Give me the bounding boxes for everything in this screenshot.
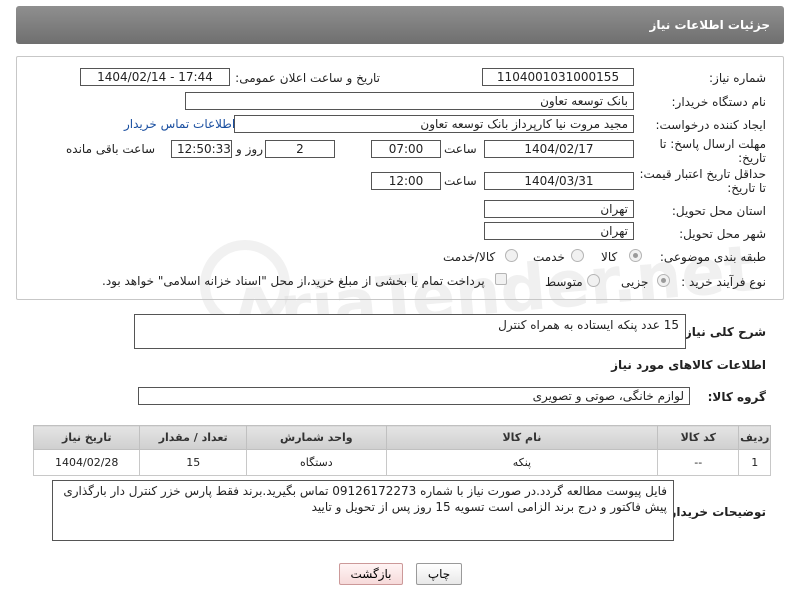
creator-label: ایجاد کننده درخواست: (655, 118, 766, 132)
table-row: 1 -- پنکه دستگاه 15 1404/02/28 (32, 449, 771, 476)
treasury-payment-checkbox[interactable] (495, 273, 507, 285)
province-label: استان محل تحویل: (671, 204, 766, 218)
description-field: 15 عدد پنکه ایستاده به همراه کنترل (134, 314, 686, 349)
deadline-time-label: ساعت (444, 142, 477, 156)
remaining-time-label: ساعت باقی مانده (66, 142, 156, 156)
process-type-label: نوع فرآیند خرید : (681, 275, 766, 289)
goods-section-title: اطلاعات کالاهای مورد نیاز (611, 358, 766, 372)
goods-group-field: لوازم خانگی، صوتی و تصویری (138, 387, 690, 405)
goods-table: ردیف کد کالا نام کالا واحد شمارش تعداد /… (32, 425, 771, 476)
buyer-notes-label: توضیحات خریدار: (664, 505, 766, 519)
category-option-service: خدمت (533, 250, 565, 264)
price-validity-date-field: 1404/03/31 (484, 172, 634, 190)
buyer-contact-link[interactable]: اطلاعات تماس خریدار (124, 117, 235, 131)
category-label: طبقه بندی موضوعی: (659, 250, 766, 264)
deadline-label-line2: تاریخ: (738, 151, 766, 165)
buyer-org-field: بانک توسعه تعاون (185, 92, 634, 110)
back-button[interactable]: بازگشت (339, 563, 403, 585)
col-unit: واحد شمارش (245, 425, 387, 450)
description-text: 15 عدد پنکه ایستاده به همراه کنترل (498, 318, 679, 332)
deadline-date-field: 1404/02/17 (484, 140, 634, 158)
col-qty: تعداد / مقدار (139, 425, 247, 450)
cell-date: 1404/02/28 (32, 449, 141, 476)
process-option-minor: جزیی (621, 275, 649, 289)
price-validity-time-label: ساعت (444, 174, 477, 188)
price-validity-time-field: 12:00 (371, 172, 441, 190)
page-title: جزئیات اطلاعات نیاز (649, 18, 770, 32)
col-name: نام کالا (385, 425, 659, 450)
deadline-label-line1: مهلت ارسال پاسخ: تا (659, 137, 766, 151)
cell-name: پنکه (385, 449, 659, 476)
price-validity-label-line1: حداقل تاریخ اعتبار قیمت: (639, 167, 766, 181)
col-row: ردیف (738, 425, 771, 450)
need-number-field: 1104001031000155 (482, 68, 634, 86)
deadline-time-field: 07:00 (371, 140, 441, 158)
category-option-goods-service: کالا/خدمت (443, 250, 496, 264)
city-field: تهران (484, 222, 634, 240)
need-number-label: شماره نیاز: (709, 71, 766, 85)
process-option-medium: متوسط (545, 275, 583, 289)
category-radio-goods-service[interactable] (505, 249, 518, 262)
price-validity-label-line2: تا تاریخ: (727, 181, 766, 195)
remaining-days-label: روز و (236, 142, 263, 156)
process-radio-minor[interactable] (657, 274, 670, 287)
print-button[interactable]: چاپ (416, 563, 462, 585)
announce-date-label: تاریخ و ساعت اعلان عمومی: (235, 71, 380, 85)
col-code: کد کالا (657, 425, 740, 450)
goods-group-label: گروه کالا: (707, 390, 766, 404)
announce-date-field: 1404/02/14 - 17:44 (80, 68, 230, 86)
cell-row: 1 (738, 449, 771, 476)
city-label: شهر محل تحویل: (679, 227, 766, 241)
category-radio-goods[interactable] (629, 249, 642, 262)
cell-unit: دستگاه (245, 449, 387, 476)
buyer-notes-field: فایل پیوست مطالعه گردد.در صورت نیاز با ش… (52, 480, 674, 541)
cell-code: -- (657, 449, 740, 476)
remaining-days-field: 2 (265, 140, 335, 158)
goods-table-header: ردیف کد کالا نام کالا واحد شمارش تعداد /… (32, 425, 771, 450)
process-radio-medium[interactable] (587, 274, 600, 287)
buyer-org-label: نام دستگاه خریدار: (671, 95, 767, 109)
province-field: تهران (484, 200, 634, 218)
category-option-goods: کالا (601, 250, 618, 264)
page-header: جزئیات اطلاعات نیاز (16, 6, 784, 44)
treasury-payment-note: پرداخت تمام یا بخشی از مبلغ خرید،از محل … (102, 274, 485, 288)
creator-field: مجید مروت نیا کارپرداز بانک توسعه تعاون (234, 115, 634, 133)
remaining-time-field: 12:50:33 (171, 140, 232, 158)
cell-qty: 15 (139, 449, 247, 476)
col-date: تاریخ نیاز (32, 425, 141, 450)
buyer-notes-text: فایل پیوست مطالعه گردد.در صورت نیاز با ش… (63, 484, 667, 514)
description-label: شرح کلی نیاز: (680, 325, 766, 339)
category-radio-service[interactable] (571, 249, 584, 262)
